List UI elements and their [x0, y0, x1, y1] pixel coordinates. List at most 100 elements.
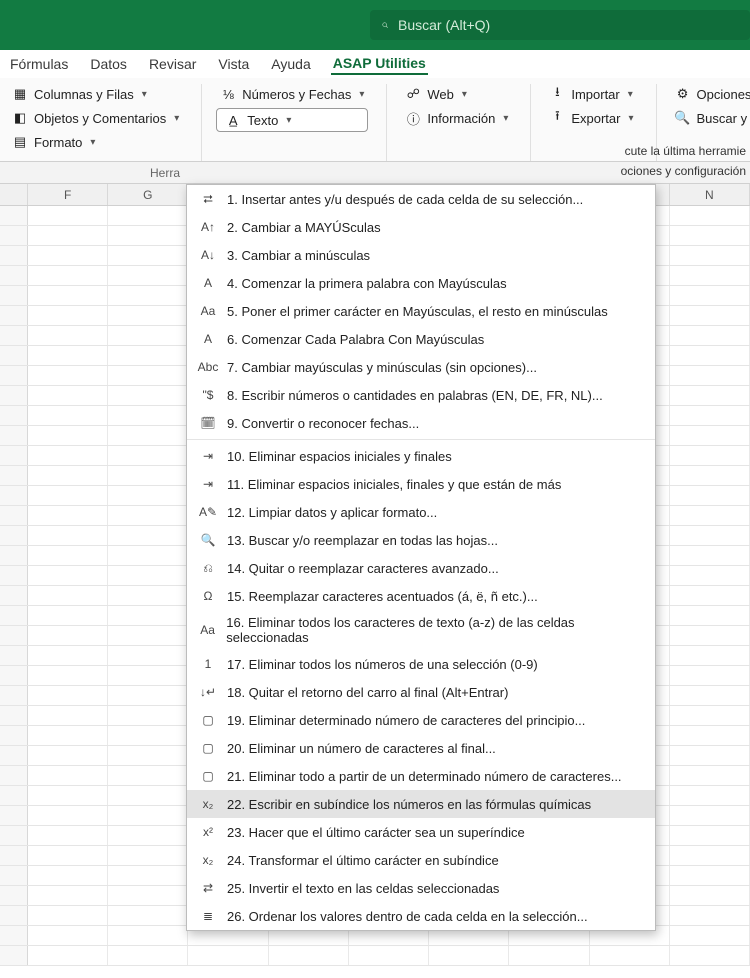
cell[interactable] — [670, 906, 750, 925]
cell[interactable] — [670, 706, 750, 725]
cell[interactable] — [108, 266, 188, 285]
cell[interactable] — [670, 606, 750, 625]
menu-item-25[interactable]: ⇄25. Invertir el texto en las celdas sel… — [187, 874, 655, 902]
cell[interactable] — [108, 326, 188, 345]
cell[interactable] — [28, 786, 108, 805]
cell[interactable] — [670, 266, 750, 285]
cell[interactable] — [108, 746, 188, 765]
cell[interactable] — [28, 386, 108, 405]
btn-info[interactable]: ⓘ Información ▾ — [401, 108, 512, 128]
cell[interactable] — [349, 946, 429, 965]
cell[interactable] — [28, 346, 108, 365]
cell[interactable] — [670, 406, 750, 425]
cell[interactable] — [108, 366, 188, 385]
menu-item-17[interactable]: 117. Eliminar todos los números de una s… — [187, 650, 655, 678]
cell[interactable] — [670, 786, 750, 805]
cell[interactable] — [28, 646, 108, 665]
menu-item-18[interactable]: ↓↵18. Quitar el retorno del carro al fin… — [187, 678, 655, 706]
cell[interactable] — [670, 746, 750, 765]
row-header[interactable] — [0, 926, 28, 945]
row-header[interactable] — [0, 826, 28, 845]
cell[interactable] — [108, 626, 188, 645]
cell[interactable] — [108, 426, 188, 445]
cell[interactable] — [670, 306, 750, 325]
btn-format[interactable]: ▤ Formato ▾ — [8, 132, 183, 152]
row-header[interactable] — [0, 806, 28, 825]
cell[interactable] — [108, 906, 188, 925]
cell[interactable] — [670, 226, 750, 245]
cell[interactable] — [670, 386, 750, 405]
row-header[interactable] — [0, 386, 28, 405]
menu-item-5[interactable]: Aa5. Poner el primer carácter en Mayúscu… — [187, 297, 655, 325]
cell[interactable] — [670, 206, 750, 225]
cell[interactable] — [670, 566, 750, 585]
row-header[interactable] — [0, 606, 28, 625]
row-header[interactable] — [0, 406, 28, 425]
menu-item-9[interactable]: 🗓9. Convertir o reconocer fechas... — [187, 409, 655, 437]
search-box[interactable]: Buscar (Alt+Q) — [370, 10, 750, 40]
col-header[interactable]: G — [108, 184, 188, 205]
cell[interactable] — [108, 946, 188, 965]
row-header[interactable] — [0, 366, 28, 385]
cell[interactable] — [670, 486, 750, 505]
menu-item-24[interactable]: x₂24. Transformar el último carácter en … — [187, 846, 655, 874]
menu-item-26[interactable]: ≣26. Ordenar los valores dentro de cada … — [187, 902, 655, 930]
cell[interactable] — [670, 366, 750, 385]
menu-item-22[interactable]: x₂22. Escribir en subíndice los números … — [187, 790, 655, 818]
tab-datos[interactable]: Datos — [88, 54, 129, 74]
row-header[interactable] — [0, 326, 28, 345]
cell[interactable] — [28, 426, 108, 445]
row-header[interactable] — [0, 786, 28, 805]
cell[interactable] — [108, 926, 188, 945]
cell[interactable] — [28, 546, 108, 565]
menu-item-13[interactable]: 🔍13. Buscar y/o reemplazar en todas las … — [187, 526, 655, 554]
cell[interactable] — [28, 586, 108, 605]
cell[interactable] — [28, 466, 108, 485]
cell[interactable] — [429, 946, 509, 965]
cell[interactable] — [670, 506, 750, 525]
menu-item-1[interactable]: ⮂1. Insertar antes y/u después de cada c… — [187, 185, 655, 213]
btn-export[interactable]: ⭱ Exportar ▾ — [545, 108, 637, 128]
row-header[interactable] — [0, 586, 28, 605]
row-header[interactable] — [0, 846, 28, 865]
col-header[interactable]: N — [670, 184, 750, 205]
cell[interactable] — [108, 666, 188, 685]
cell[interactable] — [670, 246, 750, 265]
cell[interactable] — [28, 726, 108, 745]
cell[interactable] — [670, 286, 750, 305]
tab-vista[interactable]: Vista — [216, 54, 251, 74]
cell[interactable] — [670, 646, 750, 665]
cell[interactable] — [670, 806, 750, 825]
cell[interactable] — [108, 286, 188, 305]
cell[interactable] — [670, 766, 750, 785]
row-header[interactable] — [0, 526, 28, 545]
cell[interactable] — [670, 546, 750, 565]
cell[interactable] — [188, 946, 268, 965]
cell[interactable] — [28, 886, 108, 905]
cell[interactable] — [590, 946, 670, 965]
cell[interactable] — [670, 466, 750, 485]
cell[interactable] — [28, 926, 108, 945]
menu-item-12[interactable]: A✎12. Limpiar datos y aplicar formato... — [187, 498, 655, 526]
cell[interactable] — [670, 846, 750, 865]
cell[interactable] — [108, 826, 188, 845]
btn-text[interactable]: A̲ Texto ▾ — [216, 108, 368, 132]
cell[interactable] — [28, 506, 108, 525]
cell[interactable] — [28, 366, 108, 385]
row-header[interactable] — [0, 566, 28, 585]
col-header[interactable]: F — [28, 184, 108, 205]
cell[interactable] — [108, 726, 188, 745]
cell[interactable] — [28, 626, 108, 645]
menu-item-16[interactable]: Aa16. Eliminar todos los caracteres de t… — [187, 610, 655, 650]
cell[interactable] — [108, 646, 188, 665]
row-header[interactable] — [0, 346, 28, 365]
cell[interactable] — [670, 426, 750, 445]
cell[interactable] — [108, 506, 188, 525]
cell[interactable] — [28, 306, 108, 325]
menu-item-2[interactable]: A↑2. Cambiar a MAYÚSculas — [187, 213, 655, 241]
cell[interactable] — [108, 706, 188, 725]
menu-item-15[interactable]: Ω15. Reemplazar caracteres acentuados (á… — [187, 582, 655, 610]
menu-item-14[interactable]: ⎌14. Quitar o reemplazar caracteres avan… — [187, 554, 655, 582]
menu-item-20[interactable]: ▢20. Eliminar un número de caracteres al… — [187, 734, 655, 762]
menu-item-11[interactable]: ⇥11. Eliminar espacios iniciales, finale… — [187, 470, 655, 498]
